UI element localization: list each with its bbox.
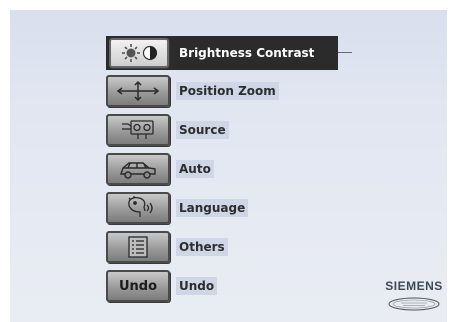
menu-item-label: Auto bbox=[176, 160, 214, 178]
siemens-logo: SIEMENS bbox=[382, 279, 446, 315]
menu-item-language[interactable]: Language bbox=[106, 192, 447, 231]
menu-item-label: Source bbox=[176, 121, 229, 139]
menu-item-label: Position Zoom bbox=[176, 82, 279, 100]
menu-item-position-zoom[interactable]: Position Zoom bbox=[106, 75, 447, 114]
menu-item-others[interactable]: Others bbox=[106, 231, 447, 270]
osd-screen: Brightness Contrast Position Zoom Source… bbox=[10, 10, 447, 322]
brand-name: SIEMENS bbox=[385, 279, 443, 293]
brightness-contrast-icon[interactable] bbox=[109, 38, 169, 68]
language-icon[interactable] bbox=[106, 192, 170, 224]
brand-seal-icon bbox=[388, 297, 440, 311]
undo-icon-text: Undo bbox=[118, 278, 158, 294]
others-icon[interactable] bbox=[106, 231, 170, 263]
menu-item-label: Brightness Contrast bbox=[179, 46, 315, 60]
source-icon[interactable] bbox=[106, 114, 170, 146]
menu-item-auto[interactable]: Auto bbox=[106, 153, 447, 192]
menu-item-source[interactable]: Source bbox=[106, 114, 447, 153]
menu-item-label: Others bbox=[176, 238, 228, 256]
menu-item-label: Undo bbox=[176, 277, 218, 295]
selection-indicator-line bbox=[338, 52, 352, 53]
position-zoom-icon[interactable] bbox=[106, 75, 170, 107]
osd-menu: Brightness Contrast Position Zoom Source… bbox=[106, 36, 447, 309]
menu-item-brightness-contrast[interactable]: Brightness Contrast bbox=[106, 36, 447, 75]
undo-icon[interactable]: Undo bbox=[106, 270, 170, 302]
menu-item-label: Language bbox=[176, 199, 249, 217]
auto-icon[interactable] bbox=[106, 153, 170, 185]
